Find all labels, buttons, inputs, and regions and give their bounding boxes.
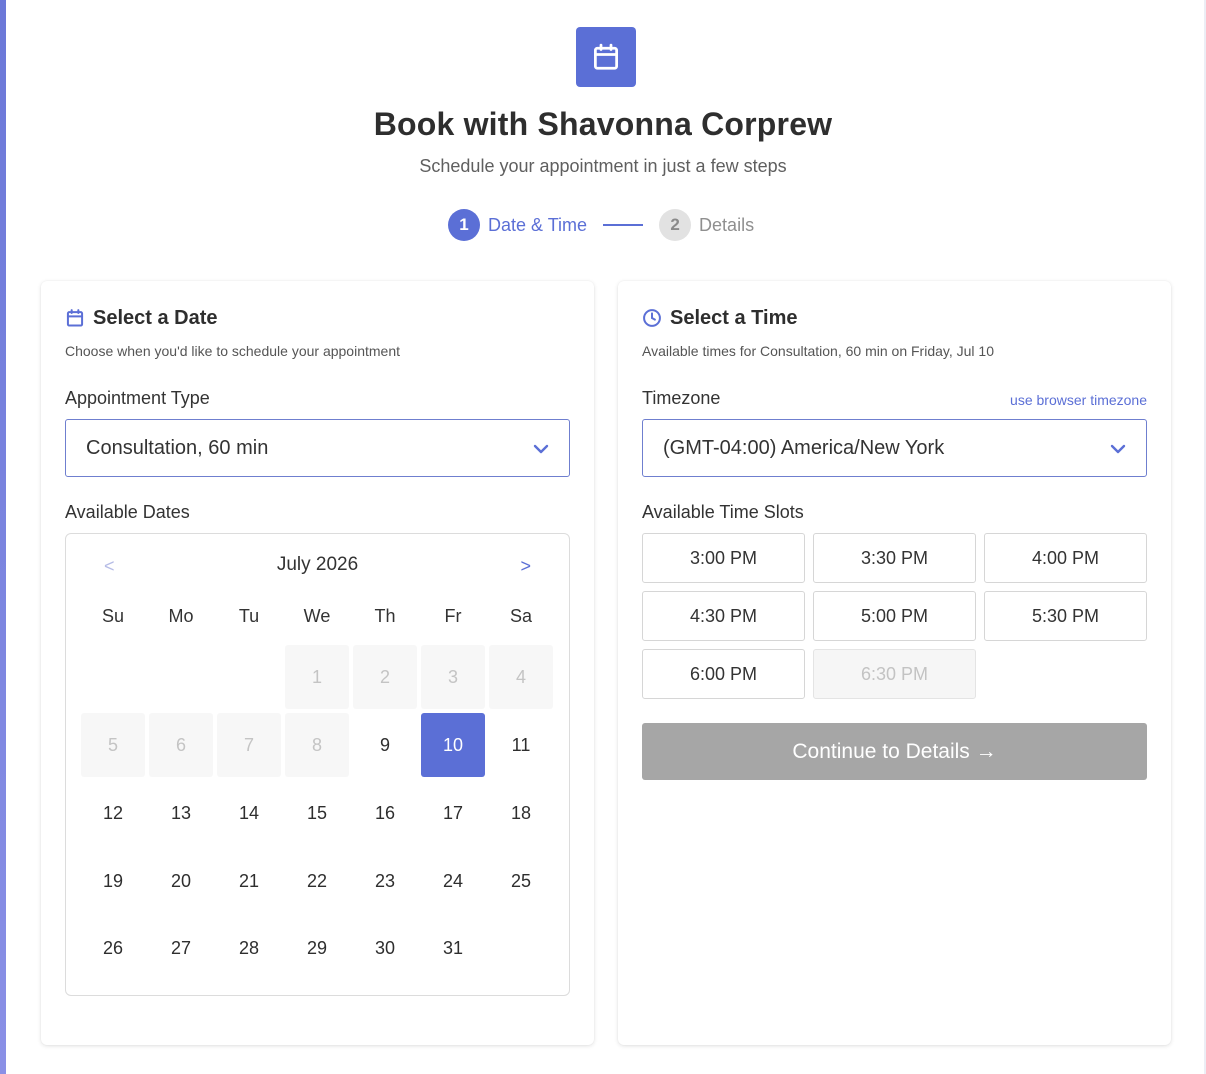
calendar-day[interactable]: 31: [421, 916, 485, 980]
logo: [576, 27, 636, 87]
time-slots-label: Available Time Slots: [642, 502, 804, 522]
page-subtitle: Schedule your appointment in just a few …: [419, 156, 787, 176]
select-date-description: Choose when you'd like to schedule your …: [65, 343, 400, 359]
available-dates-label: Available Dates: [65, 502, 190, 522]
calendar-day[interactable]: 25: [489, 849, 553, 913]
weekday-header: Sa: [509, 606, 533, 626]
step-2-label: Details: [699, 214, 755, 235]
calendar-day[interactable]: 21: [217, 849, 281, 913]
calendar-day[interactable]: 27: [149, 916, 213, 980]
select-time-card: Select a Time Available times for Consul…: [618, 281, 1171, 1045]
calendar-day[interactable]: 20: [149, 849, 213, 913]
select-date-title: Select a Date: [93, 306, 218, 329]
time-slot-button[interactable]: 6:00 PM: [642, 649, 805, 699]
weekday-header: Su: [101, 606, 125, 626]
select-time-description: Available times for Consultation, 60 min…: [642, 343, 994, 359]
calendar: < July 2026 > Su Mo Tu We Th Fr Sa 1 2 3 4 5 6 7 8 9 10 1…: [65, 533, 570, 996]
step-1-number: 1: [448, 209, 480, 241]
stepper: 1 Date & Time 2 Details: [448, 209, 754, 241]
chevron-down-icon: [1108, 439, 1128, 459]
calendar-day[interactable]: 14: [217, 781, 281, 845]
continue-button[interactable]: Continue to Details →: [642, 723, 1147, 780]
weekday-header: Mo: [168, 606, 194, 626]
timezone-label: Timezone: [642, 388, 721, 408]
calendar-day: 5: [81, 713, 145, 777]
calendar-day: 2: [353, 645, 417, 709]
calendar-day: 4: [489, 645, 553, 709]
time-slot-button[interactable]: 5:00 PM: [813, 591, 976, 641]
calendar-day: 6: [149, 713, 213, 777]
weekday-header: Th: [374, 606, 396, 626]
calendar-day[interactable]: 18: [489, 781, 553, 845]
calendar-icon: [591, 42, 621, 72]
calendar-day[interactable]: 26: [81, 916, 145, 980]
calendar-day: 3: [421, 645, 485, 709]
calendar-day[interactable]: 19: [81, 849, 145, 913]
calendar-day[interactable]: 23: [353, 849, 417, 913]
step-1-label: Date & Time: [488, 214, 588, 235]
calendar-day[interactable]: 9: [353, 713, 417, 777]
calendar-day[interactable]: 13: [149, 781, 213, 845]
next-month-button[interactable]: >: [520, 556, 531, 577]
page-title: Book with Shavonna Corprew: [373, 106, 833, 142]
calendar-day: 1: [285, 645, 349, 709]
chevron-down-icon: [531, 439, 551, 459]
timezone-select[interactable]: (GMT-04:00) America/New York: [642, 419, 1147, 477]
calendar-day[interactable]: 12: [81, 781, 145, 845]
calendar-day[interactable]: 11: [489, 713, 553, 777]
select-date-heading: Select a Date: [65, 306, 218, 330]
use-browser-timezone-link[interactable]: use browser timezone: [1010, 392, 1147, 408]
weekday-header: Tu: [238, 606, 260, 626]
time-slot-button: 6:30 PM: [813, 649, 976, 699]
select-time-title: Select a Time: [670, 306, 798, 329]
calendar-day[interactable]: 15: [285, 781, 349, 845]
timezone-value: (GMT-04:00) America/New York: [663, 436, 945, 459]
select-date-card: Select a Date Choose when you'd like to …: [41, 281, 594, 1045]
calendar-day[interactable]: 28: [217, 916, 281, 980]
calendar-day-selected[interactable]: 10: [421, 713, 485, 777]
time-slot-button[interactable]: 3:30 PM: [813, 533, 976, 583]
calendar-month: July 2026: [276, 554, 359, 575]
step-connector: [603, 224, 644, 226]
calendar-day: 8: [285, 713, 349, 777]
clock-icon: [642, 308, 662, 328]
time-slot-button[interactable]: 4:00 PM: [984, 533, 1147, 583]
time-slots-grid: 3:00 PM 3:30 PM 4:00 PM 4:30 PM 5:00 PM 5:30 …: [642, 533, 1147, 699]
calendar-day[interactable]: 30: [353, 916, 417, 980]
calendar-day: 7: [217, 713, 281, 777]
calendar-day[interactable]: 16: [353, 781, 417, 845]
time-slot-button[interactable]: 5:30 PM: [984, 591, 1147, 641]
time-slot-button[interactable]: 3:00 PM: [642, 533, 805, 583]
select-time-heading: Select a Time: [642, 306, 797, 330]
step-2-number: 2: [659, 209, 692, 241]
calendar-day[interactable]: 22: [285, 849, 349, 913]
weekday-header: We: [303, 606, 331, 626]
appointment-type-label: Appointment Type: [65, 388, 210, 408]
appointment-type-value: Consultation, 60 min: [86, 436, 269, 459]
calendar-icon: [65, 308, 85, 328]
appointment-type-select[interactable]: Consultation, 60 min: [65, 419, 570, 477]
time-slot-button[interactable]: 4:30 PM: [642, 591, 805, 641]
calendar-day[interactable]: 24: [421, 849, 485, 913]
weekday-header: Fr: [444, 606, 462, 626]
calendar-day[interactable]: 29: [285, 916, 349, 980]
calendar-day[interactable]: 17: [421, 781, 485, 845]
